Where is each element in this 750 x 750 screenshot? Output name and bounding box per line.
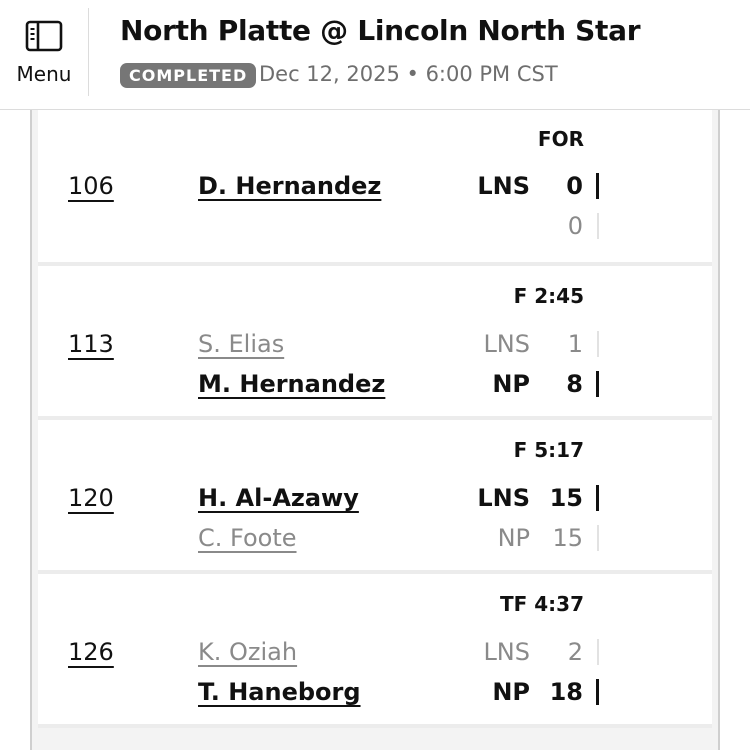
loser-bar <box>597 331 599 357</box>
score-top: 1 <box>567 330 583 358</box>
bout-result: TF 4:37 <box>499 592 584 616</box>
sidebar-menu-icon <box>25 20 63 52</box>
score-bottom: 15 <box>552 524 583 552</box>
wrestler-bottom-link[interactable]: C. Foote <box>198 524 297 552</box>
weight-class-link[interactable]: 126 <box>68 638 114 666</box>
weight-class-link[interactable]: 113 <box>68 330 114 358</box>
score-bottom: 0 <box>567 212 583 240</box>
winner-bar <box>596 679 599 705</box>
team-bottom: NP <box>497 524 530 552</box>
winner-bar <box>596 485 599 511</box>
bout-list: FOR 106 D. Hernandez LNS 0 0 F 2:45 113 … <box>38 110 712 728</box>
weight-class-link[interactable]: 106 <box>68 172 114 200</box>
game-title: North Platte @ Lincoln North Star <box>120 14 641 47</box>
bout-row-126[interactable]: TF 4:37 126 K. Oziah LNS 2 T. Haneborg N… <box>38 574 712 728</box>
menu-label: Menu <box>16 62 72 86</box>
team-bottom: NP <box>492 678 530 706</box>
loser-bar <box>597 213 599 239</box>
score-top: 0 <box>566 172 583 200</box>
bout-result: F 5:17 <box>513 438 584 462</box>
loser-bar <box>597 639 599 665</box>
game-date: Dec 12, 2025 • 6:00 PM CST <box>259 62 558 86</box>
wrestler-bottom-link[interactable]: M. Hernandez <box>198 370 385 398</box>
wrestler-bottom-link[interactable]: T. Haneborg <box>198 678 361 706</box>
bout-result: FOR <box>537 127 584 151</box>
score-bottom: 18 <box>549 678 583 706</box>
menu-button[interactable]: Menu <box>0 0 88 96</box>
winner-bar <box>596 173 599 199</box>
wrestler-top-link[interactable]: D. Hernandez <box>198 172 381 200</box>
wrestler-top-link[interactable]: S. Elias <box>198 330 284 358</box>
bout-row-120[interactable]: F 5:17 120 H. Al-Azawy LNS 15 C. Foote N… <box>38 420 712 574</box>
score-top: 15 <box>549 484 583 512</box>
wrestler-top-link[interactable]: K. Oziah <box>198 638 297 666</box>
header-divider <box>88 8 89 96</box>
status-badge: COMPLETED <box>120 63 257 88</box>
game-header: Menu North Platte @ Lincoln North Star C… <box>0 0 750 110</box>
bout-result: F 2:45 <box>513 284 584 308</box>
bout-row-106[interactable]: FOR 106 D. Hernandez LNS 0 0 <box>38 110 712 266</box>
wrestler-top-link[interactable]: H. Al-Azawy <box>198 484 359 512</box>
score-top: 2 <box>567 638 583 666</box>
team-top: LNS <box>477 484 530 512</box>
bout-row-113[interactable]: F 2:45 113 S. Elias LNS 1 M. Hernandez N… <box>38 266 712 420</box>
winner-bar <box>596 371 599 397</box>
team-top: LNS <box>477 172 530 200</box>
weight-class-link[interactable]: 120 <box>68 484 114 512</box>
team-top: LNS <box>483 638 530 666</box>
score-bottom: 8 <box>566 370 583 398</box>
loser-bar <box>597 525 599 551</box>
team-top: LNS <box>483 330 530 358</box>
team-bottom: NP <box>492 370 530 398</box>
